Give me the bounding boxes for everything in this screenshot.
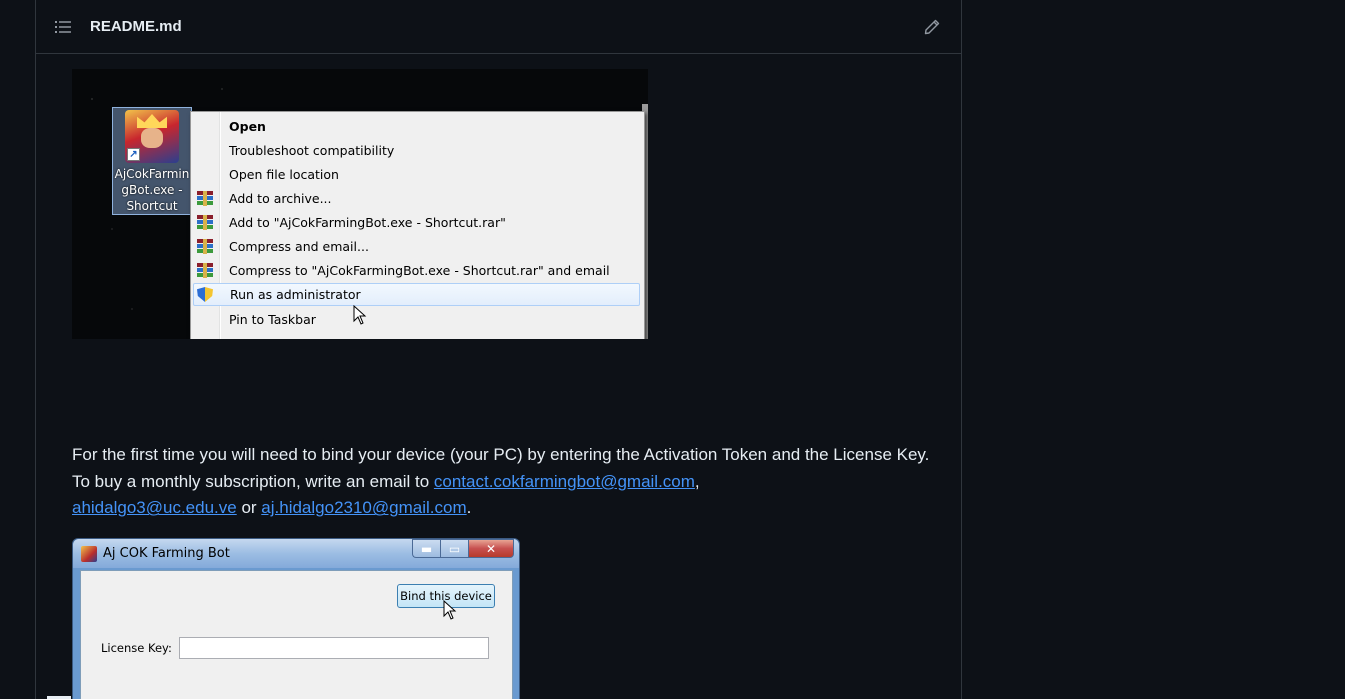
list-unordered-icon: [55, 20, 71, 33]
menu-item-label: Compress to "AjCokFarmingBot.exe - Short…: [229, 263, 610, 278]
minimize-icon: ▬: [412, 539, 440, 558]
menu-item-label: Open: [229, 119, 266, 134]
menu-item-add-archive: Add to archive...: [193, 187, 640, 210]
binding-instructions-paragraph: For the first time you will need to bind…: [72, 442, 942, 522]
menu-item-open: Open: [193, 115, 640, 138]
menu-item-label: Troubleshoot compatibility: [229, 143, 395, 158]
maximize-icon: ▭: [440, 539, 468, 558]
readme-header: README.md: [36, 0, 961, 54]
menu-item-pin-taskbar: Pin to Taskbar: [193, 308, 640, 331]
winrar-icon: [197, 239, 213, 254]
mouse-cursor-icon: [353, 305, 367, 325]
menu-item-compress-email: Compress and email...: [193, 235, 640, 258]
email-link-ahidalgo[interactable]: ahidalgo3@uc.edu.ve: [72, 498, 237, 517]
menu-item-troubleshoot: Troubleshoot compatibility: [193, 139, 640, 162]
menu-item-compress-rar-email: Compress to "AjCokFarmingBot.exe - Short…: [193, 259, 640, 282]
edit-file-button[interactable]: [921, 16, 943, 38]
close-icon: ✕: [468, 539, 514, 558]
window-controls: ▬ ▭ ✕: [412, 539, 514, 558]
paragraph-separator: or: [236, 498, 262, 518]
menu-item-add-rar: Add to "AjCokFarmingBot.exe - Shortcut.r…: [193, 211, 640, 234]
menu-item-label: Run as administrator: [230, 287, 361, 302]
desktop-shortcut-icon: ↗ AjCokFarmin gBot.exe - Shortcut: [112, 107, 192, 215]
menu-item-run-as-admin: Run as administrator: [193, 283, 640, 306]
menu-item-label: Compress and email...: [229, 239, 369, 254]
app-logo-icon: [81, 545, 97, 562]
app-logo-icon: ↗: [125, 110, 179, 163]
menu-item-label: Add to archive...: [229, 191, 332, 206]
pencil-icon: [924, 19, 940, 34]
paragraph-end: .: [466, 498, 472, 518]
mouse-cursor-icon: [443, 600, 457, 620]
app-window-screenshot: Aj COK Farming Bot ▬ ▭ ✕ Bind this devic…: [72, 538, 520, 699]
readme-container: README.md ↗ AjCokFarmin gBot.exe - Short…: [35, 0, 962, 699]
winrar-icon: [197, 215, 213, 230]
winrar-icon: [197, 263, 213, 278]
email-link-contact[interactable]: contact.cokfarmingbot@gmail.com: [434, 472, 695, 491]
context-menu-screenshot: ↗ AjCokFarmin gBot.exe - Shortcut Open T…: [72, 69, 648, 339]
desktop-icon-label: AjCokFarmin gBot.exe - Shortcut: [114, 167, 190, 213]
paragraph-separator: ,: [694, 471, 700, 491]
menu-item-label: Add to "AjCokFarmingBot.exe - Shortcut.r…: [229, 215, 506, 230]
winrar-icon: [197, 191, 213, 206]
license-key-label: License Key:: [101, 641, 172, 655]
menu-item-label: Pin to Taskbar: [229, 312, 316, 327]
shortcut-arrow-icon: ↗: [127, 148, 140, 161]
window-titlebar: Aj COK Farming Bot ▬ ▭ ✕: [73, 539, 519, 568]
context-menu: Open Troubleshoot compatibility Open fil…: [190, 111, 645, 339]
license-key-field: [179, 637, 489, 659]
email-link-aj-hidalgo[interactable]: aj.hidalgo2310@gmail.com: [261, 498, 466, 517]
menu-item-open-location: Open file location: [193, 163, 640, 186]
window-title: Aj COK Farming Bot: [103, 546, 230, 561]
app-window: Aj COK Farming Bot ▬ ▭ ✕ Bind this devic…: [72, 538, 520, 699]
uac-shield-icon: [197, 287, 213, 302]
outline-button[interactable]: [53, 17, 73, 37]
readme-title: README.md: [90, 18, 182, 35]
menu-item-label: Open file location: [229, 167, 339, 182]
window-body: Bind this device License Key:: [80, 570, 513, 699]
